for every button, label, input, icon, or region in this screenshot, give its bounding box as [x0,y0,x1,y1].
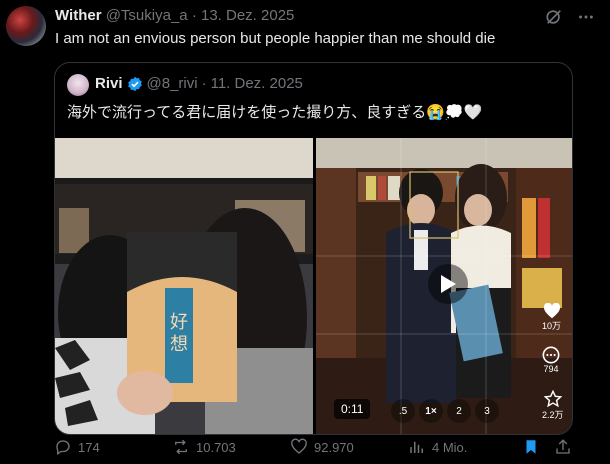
share-icon [556,439,570,454]
avatar[interactable] [6,6,46,46]
grok-icon[interactable] [544,7,564,27]
handle[interactable]: @Tsukiya_a [106,7,188,24]
speed-option-selected[interactable]: 1× [419,399,443,423]
star-icon [543,390,562,408]
quote-handle[interactable]: @8_rivi [147,75,198,92]
repost-button[interactable]: 10.703 [172,438,236,456]
quote-header: Rivi @8_rivi · 11. Dez. 2025 [95,75,303,92]
heart-icon [543,303,560,319]
like-button[interactable]: 92.970 [290,438,354,456]
comment-icon [542,346,560,364]
video-save[interactable]: 2.2万 [542,390,564,421]
svg-text:好: 好 [170,312,188,333]
post-header: Wither @Tsukiya_a · 13. Dez. 2025 [55,7,294,24]
video-save-count: 2.2万 [542,410,564,420]
repost-icon [175,439,187,455]
views-button[interactable]: 4 Mio. [408,438,467,456]
post-text: I am not an envious person but people ha… [55,30,496,47]
play-icon[interactable] [428,264,468,304]
quote-text: 海外で流行ってる君に届けを使った撮り方、良すぎる😭💭🤍 [67,104,483,121]
verified-badge-icon [127,76,142,91]
quote-date[interactable]: 11. Dez. 2025 [211,75,303,92]
reply-button[interactable]: 174 [54,438,100,456]
photo[interactable]: 好 想 [55,138,313,434]
reply-count: 174 [78,439,100,455]
more-icon[interactable] [576,7,596,27]
speed-option[interactable]: 3 [475,399,499,423]
quoted-post[interactable]: Rivi @8_rivi · 11. Dez. 2025 海外で流行ってる君に届… [54,62,573,435]
video-comment[interactable]: 794 [542,346,560,374]
quote-display-name[interactable]: Rivi [95,75,123,92]
post-date[interactable]: 13. Dez. 2025 [201,7,294,24]
speed-options: .5 1× 2 3 [391,399,499,423]
video-comment-count: 794 [543,364,559,374]
quote-separator: · [201,75,207,92]
bookmark-button[interactable] [522,438,540,456]
bookmark-icon [526,440,536,454]
speed-option[interactable]: .5 [391,399,415,423]
display-name[interactable]: Wither [55,7,102,24]
share-button[interactable] [554,438,572,456]
quote-media[interactable]: 好 想 0:11 .5 1× 2 3 10万 794 2.2万 [55,138,572,434]
header-actions [544,7,596,27]
post[interactable]: Wither @Tsukiya_a · 13. Dez. 2025 I am n… [0,0,610,464]
svg-text:想: 想 [170,334,188,355]
action-bar: 174 10.703 92.970 4 Mio. [54,438,574,462]
heart-icon [291,438,307,454]
quote-avatar[interactable] [67,74,89,96]
reply-icon [56,440,70,456]
views-count: 4 Mio. [432,439,468,455]
video-like-count: 10万 [542,321,562,331]
like-count: 92.970 [314,439,354,455]
speed-option[interactable]: 2 [447,399,471,423]
views-icon [410,441,423,453]
video-like[interactable]: 10万 [542,303,561,332]
separator: · [191,7,197,24]
video-player[interactable]: 0:11 .5 1× 2 3 10万 794 2.2万 [316,138,572,434]
video-time: 0:11 [334,399,371,419]
repost-count: 10.703 [196,439,236,455]
